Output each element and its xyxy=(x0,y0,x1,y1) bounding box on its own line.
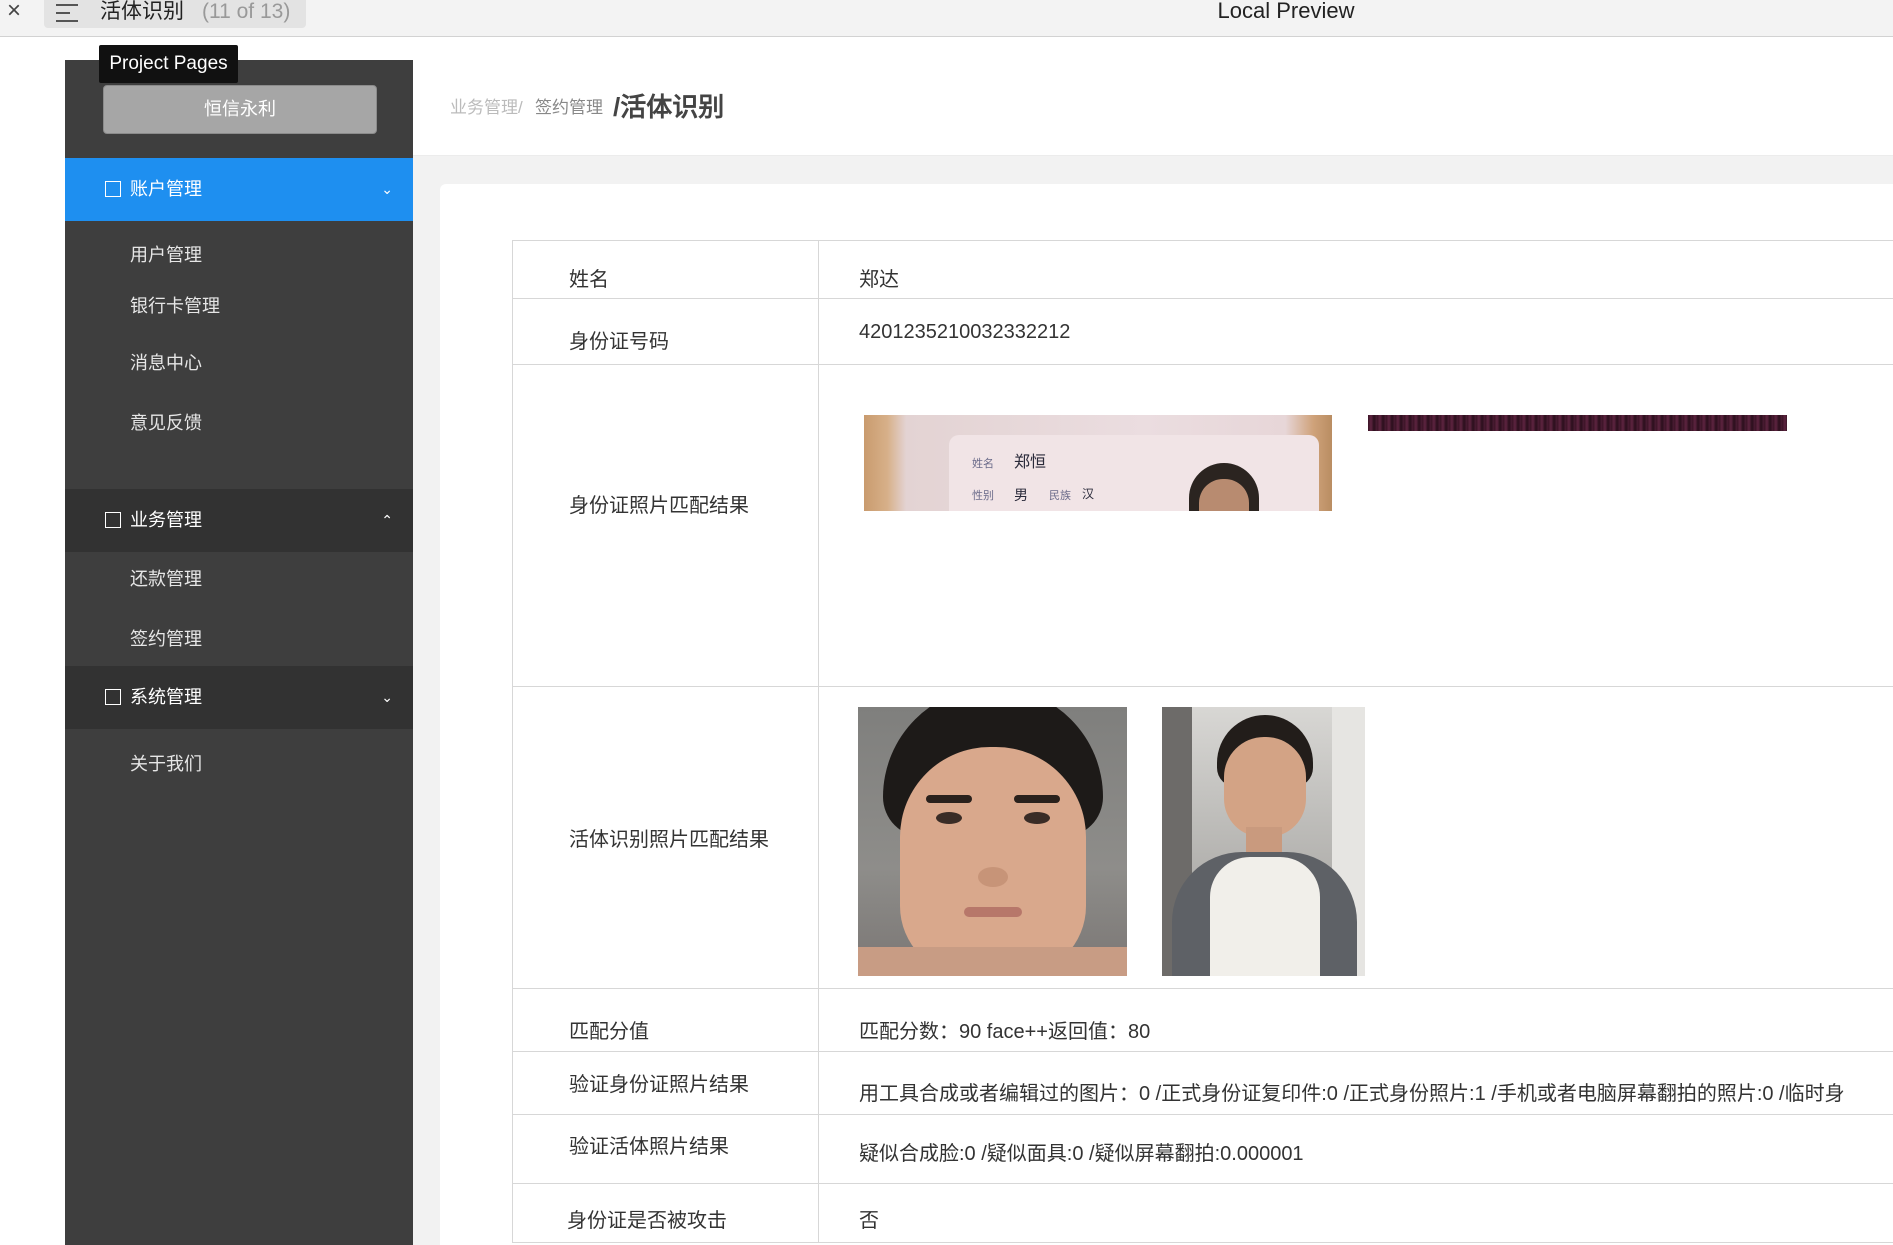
preview-title: Local Preview xyxy=(1217,0,1355,23)
nav-group-label: 业务管理 xyxy=(130,510,202,530)
score-value: 匹配分数：90 face++返回值：80 xyxy=(859,1021,1151,1043)
sidebar-item-users[interactable]: 用户管理 xyxy=(130,243,202,267)
nav-group-business[interactable]: 业务管理 ⌃ xyxy=(65,489,413,552)
nav-group-label: 系统管理 xyxy=(130,687,202,707)
brand-button[interactable]: 恒信永利 xyxy=(103,85,377,134)
verify-live-label: 验证活体照片结果 xyxy=(569,1136,729,1158)
breadcrumb-business[interactable]: 业务管理/ xyxy=(450,60,523,155)
id-card-photo: 姓名 郑恒 性别 男 民族 汉 xyxy=(864,415,1332,511)
liveness-face-photo xyxy=(858,707,1127,976)
breadcrumb: 业务管理/ 签约管理 /活体识别 xyxy=(413,60,1893,156)
page-title: /活体识别 xyxy=(613,92,725,122)
verify-id-value: 用工具合成或者编辑过的图片：0 /正式身份证复印件:0 /正式身份照片:1 /手… xyxy=(859,1083,1845,1105)
sidebar: 恒信永利 账户管理 ⌄ 用户管理 银行卡管理 消息中心 意见反馈 业务管理 ⌃ … xyxy=(65,60,413,1245)
checkbox-icon xyxy=(105,512,121,528)
sidebar-item-about[interactable]: 关于我们 xyxy=(130,752,202,776)
score-label: 匹配分值 xyxy=(569,1021,649,1043)
table-row: 身份证是否被攻击 否 xyxy=(512,1183,1893,1243)
sidebar-item-contracts[interactable]: 签约管理 xyxy=(130,627,202,651)
table-row: 匹配分值 匹配分数：90 face++返回值：80 xyxy=(512,988,1893,1052)
nav-group-system[interactable]: 系统管理 ⌄ xyxy=(65,666,413,729)
verify-id-label: 验证身份证照片结果 xyxy=(569,1074,749,1096)
preview-titlebar: × 活体识别 (11 of 13) Local Preview xyxy=(0,0,1893,37)
menu-icon[interactable] xyxy=(56,4,78,24)
chevron-up-icon: ⌃ xyxy=(381,512,393,528)
breadcrumb-contracts[interactable]: 签约管理 xyxy=(535,60,603,155)
table-row: 身份证照片匹配结果 姓名 郑恒 性别 男 民族 汉 xyxy=(512,364,1893,687)
page-selector[interactable]: 活体识别 (11 of 13) xyxy=(44,0,306,28)
sidebar-item-messages[interactable]: 消息中心 xyxy=(130,351,202,375)
id-attacked-value: 否 xyxy=(859,1210,879,1232)
project-pages-tooltip: Project Pages xyxy=(99,45,238,83)
table-row: 验证身份证照片结果 用工具合成或者编辑过的图片：0 /正式身份证复印件:0 /正… xyxy=(512,1051,1893,1115)
nav-group-account[interactable]: 账户管理 ⌄ xyxy=(65,158,413,221)
sidebar-item-bank-cards[interactable]: 银行卡管理 xyxy=(130,294,220,318)
table-row: 活体识别照片匹配结果 xyxy=(512,686,1893,989)
name-label: 姓名 xyxy=(569,269,609,291)
chevron-down-icon: ⌄ xyxy=(381,689,393,705)
liveness-body-photo xyxy=(1162,707,1365,976)
close-icon[interactable]: × xyxy=(4,0,24,24)
sidebar-item-repayment[interactable]: 还款管理 xyxy=(130,567,202,591)
id-card-back-photo xyxy=(1368,415,1787,431)
nav-group-label: 账户管理 xyxy=(130,179,202,199)
liveness-photo-match-label: 活体识别照片匹配结果 xyxy=(569,829,769,851)
id-attacked-label: 身份证是否被攻击 xyxy=(567,1210,727,1232)
checkbox-icon xyxy=(105,181,121,197)
page-count: (11 of 13) xyxy=(202,0,291,23)
verify-live-value: 疑似合成脸:0 /疑似面具:0 /疑似屏幕翻拍:0.000001 xyxy=(859,1143,1304,1165)
table-row: 身份证号码 4201235210032332212 xyxy=(512,298,1893,365)
name-value: 郑达 xyxy=(859,269,899,291)
chevron-down-icon: ⌄ xyxy=(381,181,393,197)
table-row: 验证活体照片结果 疑似合成脸:0 /疑似面具:0 /疑似屏幕翻拍:0.00000… xyxy=(512,1114,1893,1184)
page-name: 活体识别 xyxy=(100,0,184,23)
sidebar-item-feedback[interactable]: 意见反馈 xyxy=(130,411,202,435)
table-row: 姓名 郑达 xyxy=(512,240,1893,299)
checkbox-icon xyxy=(105,689,121,705)
id-number-value: 4201235210032332212 xyxy=(859,321,1071,343)
id-photo-match-label: 身份证照片匹配结果 xyxy=(569,495,749,517)
id-number-label: 身份证号码 xyxy=(569,331,669,353)
